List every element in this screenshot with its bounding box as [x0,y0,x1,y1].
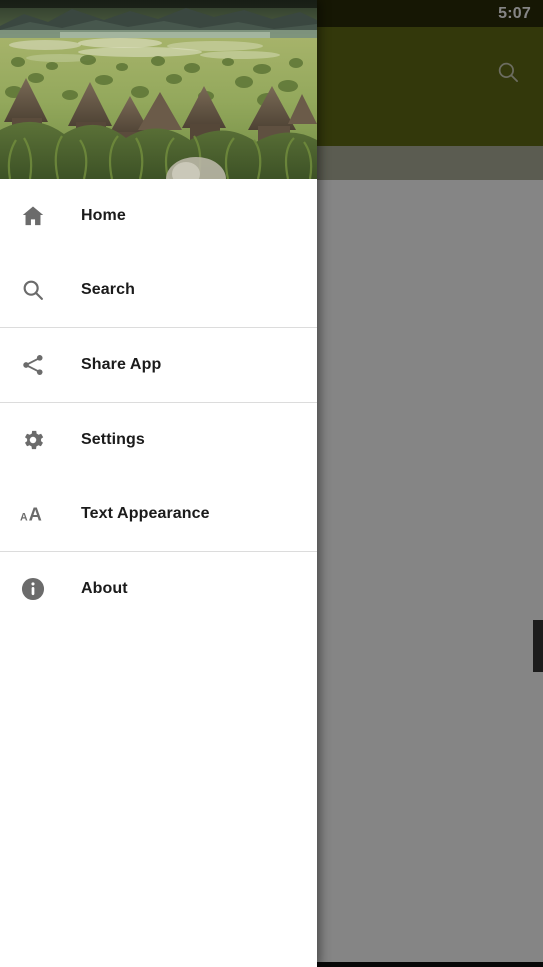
home-icon [16,199,50,233]
sidebar-item-share-app[interactable]: Share App [0,328,317,402]
drawer-menu-list[interactable]: Home Search Share App Settings A A Text … [0,179,317,626]
app-screen: 5:07 m n ŋ o p [0,0,543,967]
text-format-icon: A A [16,497,50,531]
share-icon [16,348,50,382]
sidebar-item-home[interactable]: Home [0,179,317,253]
vertical-scrollbar-track[interactable] [533,180,543,962]
sidebar-item-settings[interactable]: Settings [0,403,317,477]
drawer-group-preferences: Settings A A Text Appearance [0,403,317,552]
drawer-group-primary: Home Search [0,179,317,328]
sidebar-item-search[interactable]: Search [0,253,317,327]
svg-text:A: A [20,512,28,524]
drawer-group-share: Share App [0,328,317,403]
sidebar-item-label: Settings [81,431,145,448]
vertical-scrollbar-thumb[interactable] [533,620,543,672]
info-icon [16,572,50,606]
sidebar-item-label: Text Appearance [81,505,210,522]
sidebar-item-about[interactable]: About [0,552,317,626]
navigation-drawer[interactable]: Home Search Share App Settings A A Text … [0,0,317,967]
sidebar-item-label: Share App [81,356,162,373]
sidebar-item-text-appearance[interactable]: A A Text Appearance [0,477,317,551]
sidebar-item-label: About [81,580,128,597]
gear-icon [16,423,50,457]
drawer-header-image [0,0,317,179]
sidebar-item-label: Search [81,281,135,298]
svg-text:A: A [28,504,41,525]
village-landscape-illustration [0,0,317,179]
drawer-group-about: About [0,552,317,626]
sidebar-item-label: Home [81,207,126,224]
search-icon [16,273,50,307]
